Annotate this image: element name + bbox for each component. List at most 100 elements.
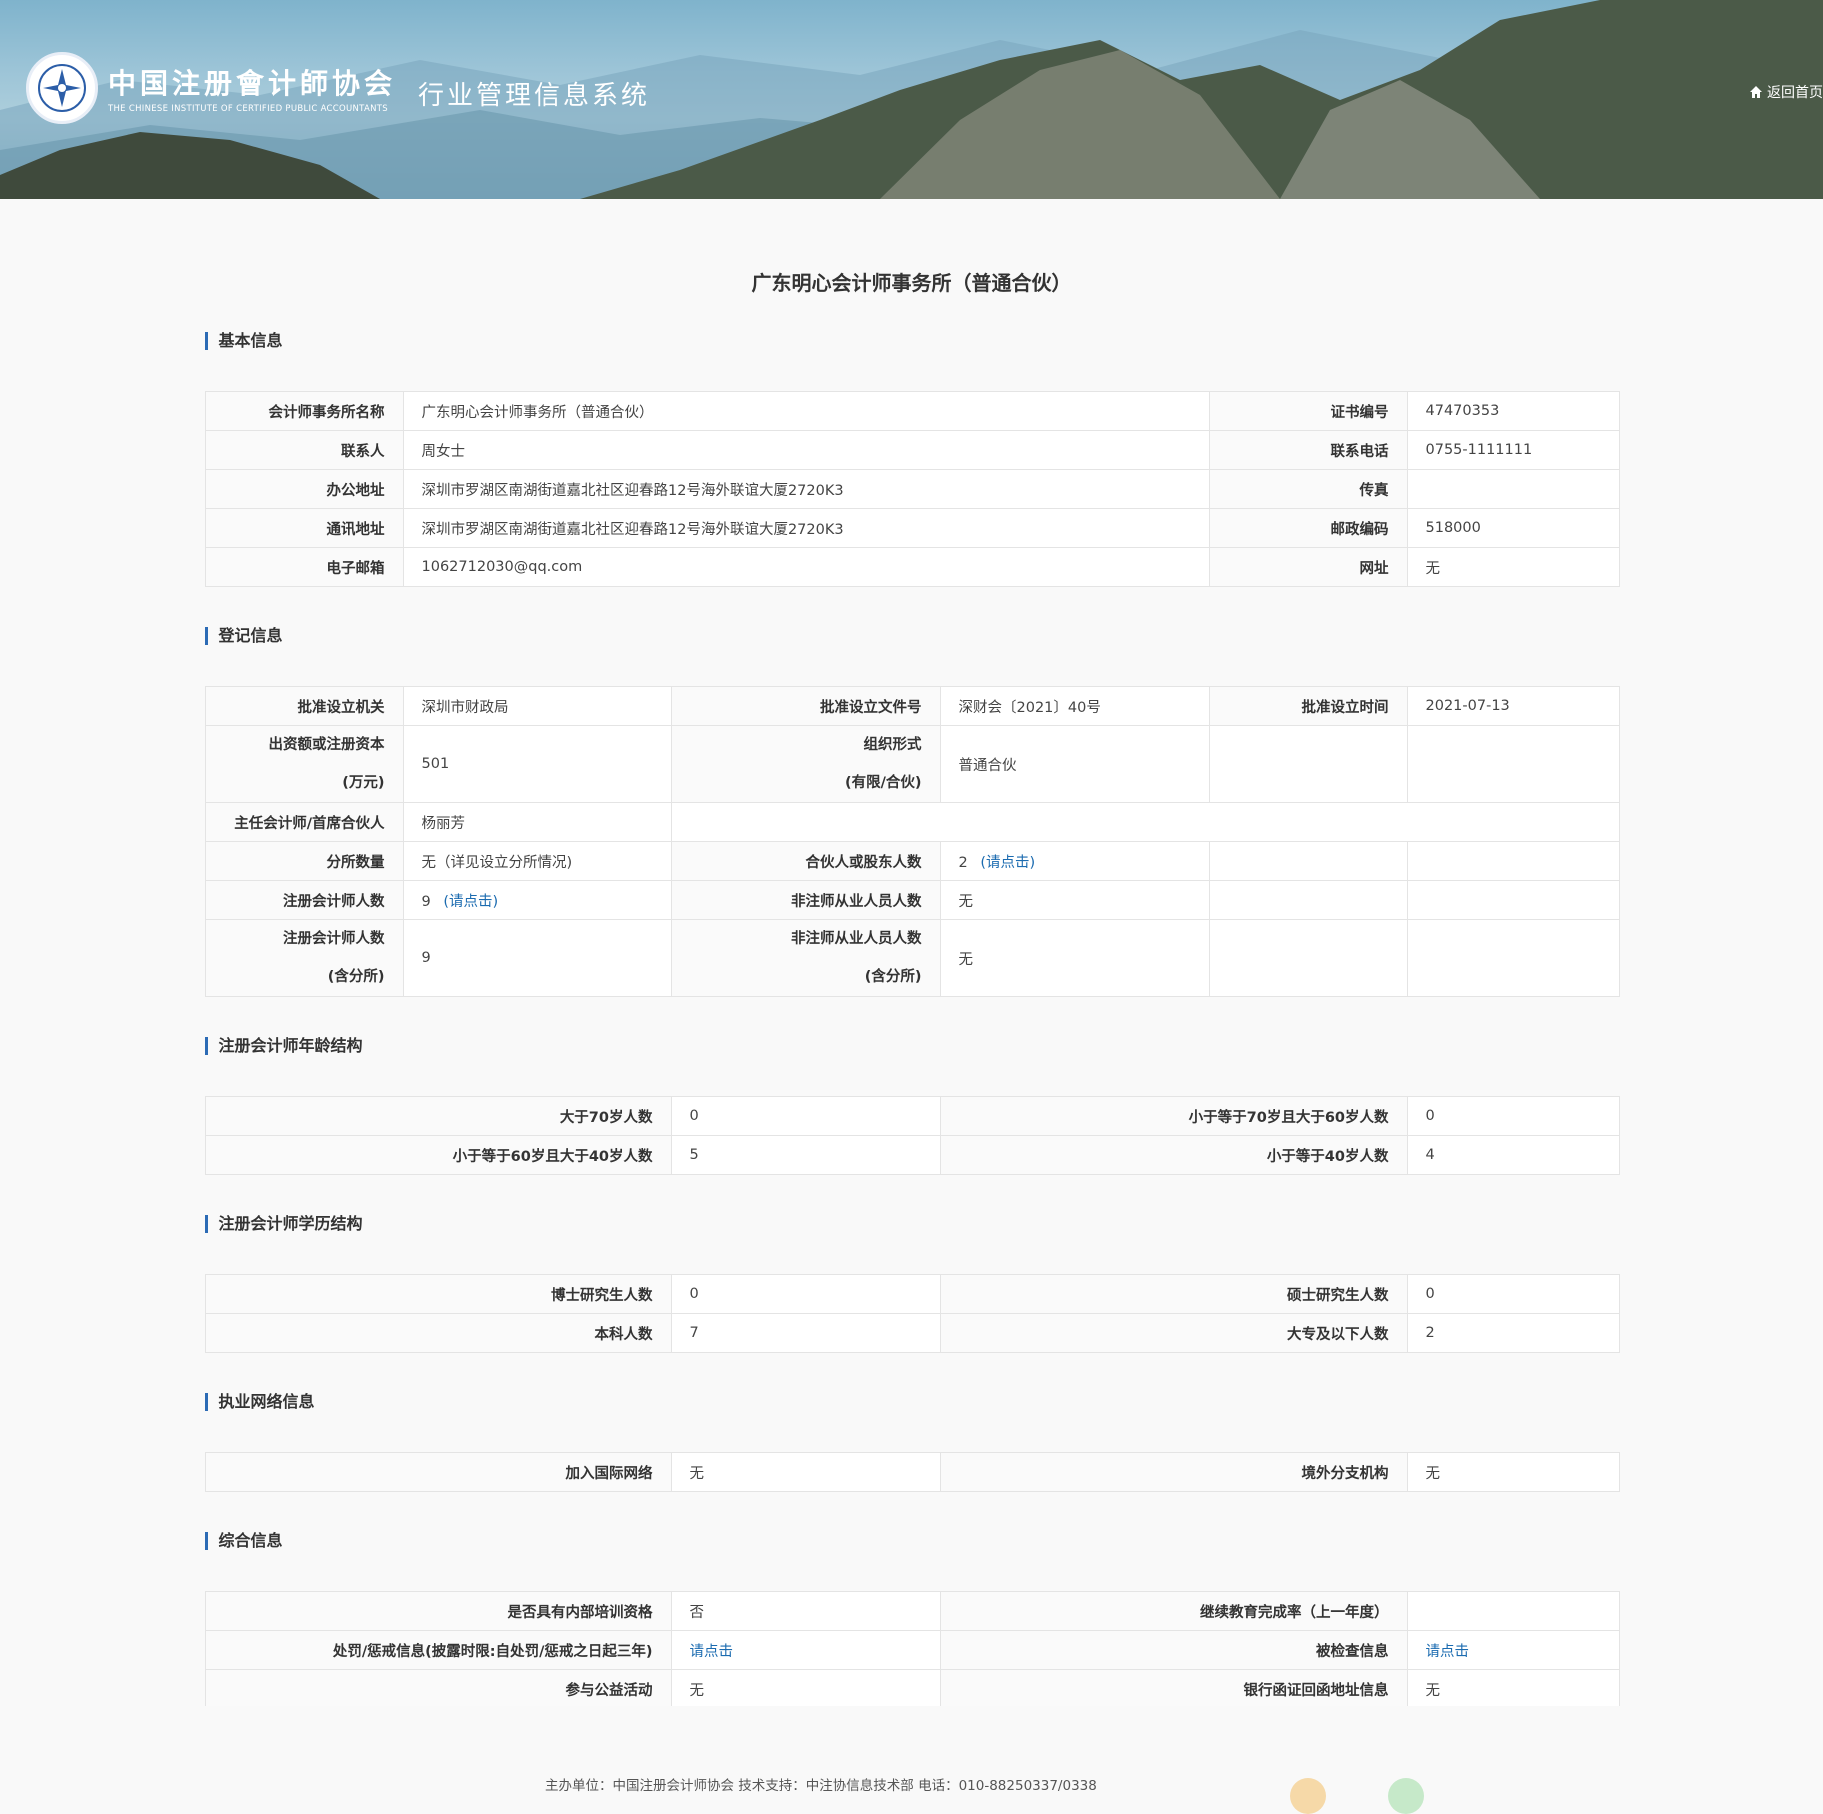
college-label: 大专及以下人数 <box>939 1313 1408 1353</box>
cpa-total-label-line1: 注册会计师人数 <box>283 931 385 947</box>
registration-table: 批准设立机关 深圳市财政局 批准设立文件号 深财会〔2021〕40号 批准设立时… <box>204 686 1620 997</box>
noncpa-total-label-line2: (含分所) <box>864 969 922 985</box>
fax-label: 传真 <box>1208 469 1408 509</box>
capital-label-line2: (万元) <box>342 775 385 791</box>
org-name-cn: 中国注册會计師协会 <box>108 67 397 100</box>
header-banner: 中国注册會计師协会 THE CHINESE INSTITUTE OF CERTI… <box>0 0 1823 199</box>
org-form-label: 组织形式 (有限/合伙) <box>670 725 941 803</box>
age-40-60-label: 小于等于60岁且大于40岁人数 <box>204 1135 672 1175</box>
website-label: 网址 <box>1208 547 1408 587</box>
phone-value: 0755-1111111 <box>1406 430 1620 470</box>
chief-value: 杨丽芳 <box>402 802 672 842</box>
table-row: 加入国际网络 无 境外分支机构 无 <box>204 1452 1620 1492</box>
office-addr-value: 深圳市罗湖区南湖街道嘉北社区迎春路12号海外联谊大厦2720K3 <box>402 469 1210 509</box>
training-value: 否 <box>670 1591 941 1631</box>
table-row: 电子邮箱 1062712030@qq.com 网址 无 <box>204 547 1620 587</box>
empty-cell <box>1208 725 1408 803</box>
intl-network-label: 加入国际网络 <box>204 1452 672 1492</box>
table-row: 注册会计师人数 9 (请点击) 非注师从业人员人数 无 <box>204 880 1620 920</box>
over70-value: 0 <box>670 1096 941 1136</box>
table-row: 大于70岁人数 0 小于等于70岁且大于60岁人数 0 <box>204 1096 1620 1136</box>
noncpa-value: 无 <box>939 880 1210 920</box>
section-title-registration: 登记信息 <box>204 627 1619 645</box>
firm-name-value: 广东明心会计师事务所（普通合伙） <box>402 391 1210 431</box>
cpa-total-label: 注册会计师人数 (含分所) <box>204 919 404 997</box>
table-row: 通讯地址 深圳市罗湖区南湖街道嘉北社区迎春路12号海外联谊大厦2720K3 邮政… <box>204 508 1620 548</box>
age-40-60-value: 5 <box>670 1135 941 1175</box>
home-link-label: 返回首页 <box>1767 85 1823 101</box>
main-content: 广东明心会计师事务所（普通合伙） 基本信息 会计师事务所名称 广东明心会计师事务… <box>204 267 1620 1709</box>
partners-detail-link[interactable]: (请点击) <box>980 855 1035 871</box>
capital-label-line1: 出资额或注册资本 <box>268 737 385 753</box>
empty-cell <box>1208 841 1408 881</box>
cpa-value: 9 (请点击) <box>402 880 672 920</box>
org-form-label-line2: (有限/合伙) <box>844 775 922 791</box>
cert-no-label: 证书编号 <box>1208 391 1408 431</box>
bank-value: 无 <box>1406 1669 1620 1709</box>
org-form-label-line1: 组织形式 <box>863 737 922 753</box>
inspected-link[interactable]: 请点击 <box>1426 1644 1470 1660</box>
education-table: 博士研究生人数 0 硕士研究生人数 0 本科人数 7 大专及以下人数 2 <box>204 1274 1620 1353</box>
training-label: 是否具有内部培训资格 <box>204 1591 672 1631</box>
noncpa-total-label-line1: 非注师从业人员人数 <box>791 931 922 947</box>
over70-label: 大于70岁人数 <box>204 1096 672 1136</box>
doc-no-label: 批准设立文件号 <box>670 686 941 726</box>
date-value: 2021-07-13 <box>1406 686 1620 726</box>
master-label: 硕士研究生人数 <box>939 1274 1408 1314</box>
home-link[interactable]: 返回首页 <box>1749 82 1823 102</box>
contact-value: 周女士 <box>402 430 1210 470</box>
table-row: 本科人数 7 大专及以下人数 2 <box>204 1313 1620 1353</box>
bank-label: 银行函证回函地址信息 <box>939 1669 1408 1709</box>
table-row: 办公地址 深圳市罗湖区南湖街道嘉北社区迎春路12号海外联谊大厦2720K3 传真 <box>204 469 1620 509</box>
chief-label: 主任会计师/首席合伙人 <box>204 802 404 842</box>
footer: 主办单位：中国注册会计师协会 技术支持：中注协信息技术部 电话：010-8825… <box>0 1706 1823 1814</box>
authority-value: 深圳市财政局 <box>402 686 672 726</box>
edu-rate-label: 继续教育完成率（上一年度） <box>939 1591 1408 1631</box>
cpa-total-label-line2: (含分所) <box>327 969 385 985</box>
fax-value <box>1406 469 1620 509</box>
email-value: 1062712030@qq.com <box>402 547 1210 587</box>
penalty-label: 处罚/惩戒信息(披露时限:自处罚/惩戒之日起三年) <box>204 1630 672 1670</box>
table-row: 是否具有内部培训资格 否 继续教育完成率（上一年度） <box>204 1591 1620 1631</box>
table-row: 处罚/惩戒信息(披露时限:自处罚/惩戒之日起三年) 请点击 被检查信息 请点击 <box>204 1630 1620 1670</box>
empty-cell <box>1406 725 1620 803</box>
noncpa-total-label: 非注师从业人员人数 (含分所) <box>670 919 941 997</box>
master-value: 0 <box>1406 1274 1620 1314</box>
inspected-label: 被检查信息 <box>939 1630 1408 1670</box>
partners-label: 合伙人或股东人数 <box>670 841 941 881</box>
section-title-network: 执业网络信息 <box>204 1393 1619 1411</box>
footer-wechat-icon <box>1388 1778 1424 1814</box>
branches-value: 无（详见设立分所情况) <box>402 841 672 881</box>
charity-value: 无 <box>670 1669 941 1709</box>
intl-network-value: 无 <box>670 1452 941 1492</box>
empty-cell <box>1406 919 1620 997</box>
home-icon <box>1750 86 1762 98</box>
college-value: 2 <box>1406 1313 1620 1353</box>
authority-label: 批准设立机关 <box>204 686 404 726</box>
under40-label: 小于等于40岁人数 <box>939 1135 1408 1175</box>
cpa-total-value: 9 <box>402 919 672 997</box>
partners-value: 2 (请点击) <box>939 841 1210 881</box>
overseas-label: 境外分支机构 <box>939 1452 1408 1492</box>
table-row: 出资额或注册资本 (万元) 501 组织形式 (有限/合伙) 普通合伙 <box>204 725 1620 803</box>
empty-cell <box>1406 841 1620 881</box>
mail-addr-value: 深圳市罗湖区南湖街道嘉北社区迎春路12号海外联谊大厦2720K3 <box>402 508 1210 548</box>
table-row: 联系人 周女士 联系电话 0755-1111111 <box>204 430 1620 470</box>
bachelor-label: 本科人数 <box>204 1313 672 1353</box>
under40-value: 4 <box>1406 1135 1620 1175</box>
empty-cell <box>1406 880 1620 920</box>
table-row: 小于等于60岁且大于40岁人数 5 小于等于40岁人数 4 <box>204 1135 1620 1175</box>
penalty-link[interactable]: 请点击 <box>690 1644 734 1660</box>
cpa-count: 9 <box>421 893 431 910</box>
age-60-70-value: 0 <box>1406 1096 1620 1136</box>
empty-cell <box>670 802 1620 842</box>
section-title-basic: 基本信息 <box>204 332 1619 350</box>
empty-cell <box>1208 919 1408 997</box>
firm-name-label: 会计师事务所名称 <box>204 391 404 431</box>
inspected-cell: 请点击 <box>1406 1630 1620 1670</box>
system-title: 行业管理信息系统 <box>418 80 651 111</box>
date-label: 批准设立时间 <box>1208 686 1408 726</box>
email-label: 电子邮箱 <box>204 547 404 587</box>
cpa-detail-link[interactable]: (请点击) <box>443 894 498 910</box>
empty-cell <box>1208 880 1408 920</box>
